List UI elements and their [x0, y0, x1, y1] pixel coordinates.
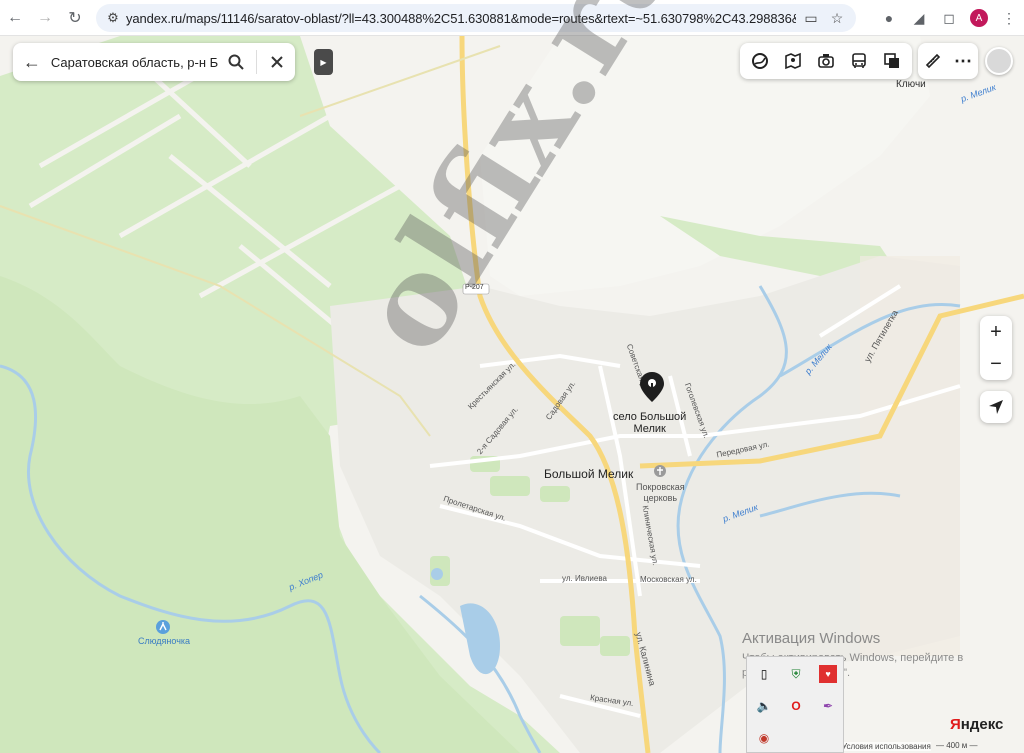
zoom-in-button[interactable]: + [980, 316, 1012, 348]
place-pin-label-line1: село Большой [613, 411, 687, 423]
back-icon[interactable]: ← [0, 3, 30, 33]
system-tray-overflow: ▯ ⛨ ♥ 🔈 O ✒ ◉ [746, 656, 844, 753]
village-label: Большой Мелик [544, 467, 634, 481]
site-info-icon[interactable]: ⚙ [100, 5, 126, 31]
opera-icon[interactable]: O [787, 697, 805, 715]
address-bar[interactable]: ⚙ yandex.ru/maps/11146/saratov-oblast/?l… [96, 4, 856, 32]
ruler-icon[interactable] [920, 48, 946, 74]
collapse-panel-button[interactable]: ▶ [314, 49, 333, 75]
map-tools-toolbar: ⋯ [918, 43, 978, 79]
scale-bar: — 400 м — [936, 741, 978, 750]
scale-label: 400 м [946, 741, 968, 750]
road-badge: Р-207 [465, 284, 484, 291]
church-label-line1: Покровская [636, 482, 685, 492]
reload-icon[interactable]: ↻ [60, 3, 90, 33]
label-ivlieva: ул. Ивлиева [562, 574, 607, 583]
avatar: A [970, 9, 988, 27]
bookmark-star-icon[interactable]: ☆ [824, 6, 850, 30]
windows-activation-title: Активация Windows [742, 630, 881, 647]
poi-label[interactable]: Слюдяночка [138, 636, 190, 646]
yandex-logo[interactable]: Яндекс [950, 716, 1003, 733]
search-panel: ← Саратовская область, р-н Балаш [13, 43, 295, 81]
puzzle-icon[interactable]: ◻ [934, 3, 964, 33]
church-label-line2: церковь [643, 493, 678, 503]
terms-link[interactable]: Условия использования [842, 742, 931, 751]
more-dots-icon[interactable]: ⋯ [950, 48, 976, 74]
camera-icon[interactable] [813, 48, 839, 74]
security-shield-icon[interactable]: ⛨ [787, 665, 805, 683]
shield-extension-icon[interactable]: ◢ [904, 3, 934, 33]
church-label: Покровская церковь [636, 482, 685, 504]
network-warning-icon[interactable]: ◉ [755, 729, 773, 747]
menu-dots-icon[interactable]: ⋮ [994, 3, 1024, 33]
yandex-logo-first-letter: Я [950, 716, 961, 733]
panorama-icon[interactable] [780, 48, 806, 74]
browser-toolbar: ← → ↻ ⚙ yandex.ru/maps/11146/saratov-obl… [0, 0, 1024, 36]
place-pin-label[interactable]: село Большой Мелик [613, 411, 686, 435]
user-avatar-icon [985, 47, 1013, 75]
zoom-control: + − [980, 316, 1012, 380]
usb-drive-icon[interactable]: ▯ [755, 665, 773, 683]
map-layers-toolbar [740, 43, 912, 79]
layers-icon[interactable] [879, 48, 905, 74]
install-app-icon[interactable]: ▭ [798, 6, 824, 30]
extension-icon[interactable]: ● [874, 3, 904, 33]
divider [256, 50, 258, 74]
back-arrow-icon[interactable]: ← [13, 43, 51, 81]
zoom-out-button[interactable]: − [980, 348, 1012, 380]
label-moskovskaya: Московская ул. [640, 575, 697, 584]
map-style-icon[interactable] [747, 48, 773, 74]
place-pin-label-line2: Мелик [633, 423, 666, 435]
url-text[interactable]: yandex.ru/maps/11146/saratov-oblast/?ll=… [126, 11, 796, 26]
location-pin-icon[interactable] [640, 372, 664, 402]
search-icon[interactable] [218, 43, 254, 81]
yandex-logo-rest: ндекс [960, 716, 1004, 733]
locate-me-button[interactable] [980, 391, 1012, 423]
media-app-icon[interactable]: ♥ [819, 665, 837, 683]
user-profile-button[interactable] [984, 43, 1014, 79]
forward-icon[interactable]: → [30, 3, 60, 33]
label-kluchi: Ключи [896, 79, 926, 90]
navigation-arrow-icon [989, 400, 1003, 414]
volume-icon[interactable]: 🔈 [755, 697, 773, 715]
pen-tool-icon[interactable]: ✒ [819, 697, 837, 715]
profile-avatar[interactable]: A [964, 3, 994, 33]
transit-icon[interactable] [846, 48, 872, 74]
close-icon[interactable] [259, 43, 295, 81]
search-input[interactable]: Саратовская область, р-н Балаш [51, 55, 218, 70]
